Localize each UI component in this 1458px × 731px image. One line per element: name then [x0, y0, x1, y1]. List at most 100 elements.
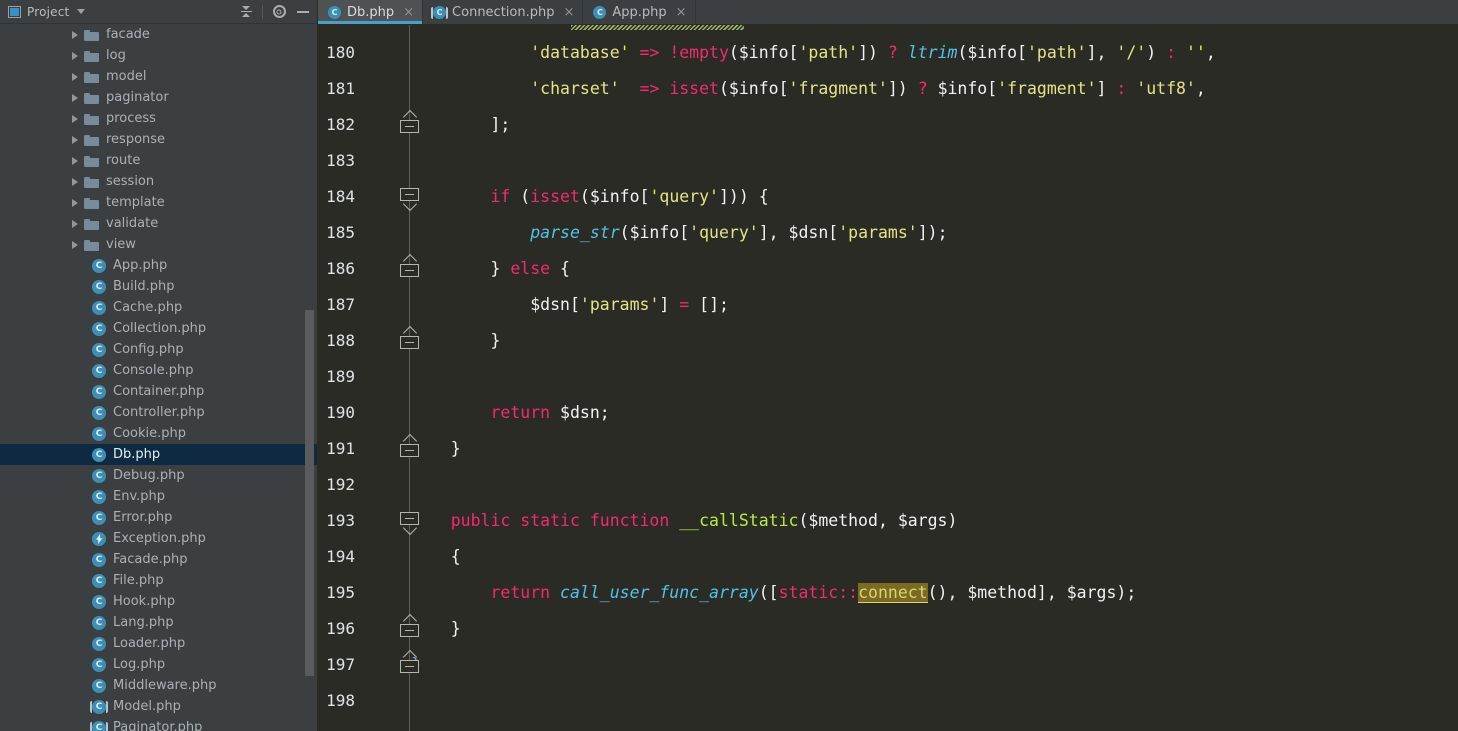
tree-item-facade[interactable]: facade — [0, 24, 318, 45]
code-token: ([ — [758, 583, 779, 602]
expand-arrow-icon[interactable] — [72, 198, 78, 207]
settings-button[interactable] — [268, 1, 290, 23]
code-line-189[interactable] — [411, 359, 1458, 395]
code-fold-marker[interactable] — [400, 253, 419, 277]
chevron-down-icon[interactable] — [77, 9, 86, 14]
tree-item-exception-php[interactable]: Exception.php — [0, 528, 318, 549]
tree-item-hook-php[interactable]: C Hook.php — [0, 591, 318, 612]
code-line-196[interactable]: } — [411, 611, 1458, 647]
tree-item-template[interactable]: template — [0, 192, 318, 213]
code-fold-marker[interactable] — [400, 613, 419, 637]
folder-icon — [84, 113, 99, 125]
expand-arrow-icon[interactable] — [72, 135, 78, 144]
code-token: isset — [530, 187, 580, 206]
expand-arrow-icon[interactable] — [72, 72, 78, 81]
tree-item-console-php[interactable]: C Console.php — [0, 360, 318, 381]
tree-item-facade-php[interactable]: C Facade.php — [0, 549, 318, 570]
project-title-group[interactable]: Project — [8, 5, 86, 19]
tree-item-model-php[interactable]: C Model.php — [0, 696, 318, 717]
code-fold-marker[interactable] — [400, 649, 419, 673]
tree-item-label: route — [106, 153, 141, 168]
tree-item-collection-php[interactable]: C Collection.php — [0, 318, 318, 339]
code-line-188[interactable]: } — [411, 323, 1458, 359]
tree-item-cache-php[interactable]: C Cache.php — [0, 297, 318, 318]
code-line-181[interactable]: 'charset' => isset($info['fragment']) ? … — [411, 71, 1458, 107]
code-line-198[interactable] — [411, 683, 1458, 719]
tree-item-controller-php[interactable]: C Controller.php — [0, 402, 318, 423]
tree-item-process[interactable]: process — [0, 108, 318, 129]
code-fold-marker[interactable] — [400, 512, 419, 536]
code-editor[interactable]: 180 181 182 183 184 185 186 187 188 189 190 191 192 1… — [318, 25, 1458, 731]
tree-item-config-php[interactable]: C Config.php — [0, 339, 318, 360]
code-fold-marker[interactable] — [400, 109, 419, 133]
code-line-187[interactable]: $dsn['params'] = []; — [411, 287, 1458, 323]
tree-item-log-php[interactable]: C Log.php — [0, 654, 318, 675]
code-token: { — [411, 547, 461, 566]
code-line-180[interactable]: 'database' => !empty($info['path']) ? lt… — [411, 35, 1458, 71]
expand-arrow-icon[interactable] — [72, 93, 78, 102]
expand-arrow-icon[interactable] — [72, 51, 78, 60]
tree-item-env-php[interactable]: C Env.php — [0, 486, 318, 507]
tree-item-paginator-php[interactable]: C Paginator.php — [0, 717, 318, 731]
editor-gutter[interactable]: 180 181 182 183 184 185 186 187 188 189 190 191 192 1… — [318, 25, 411, 731]
tree-item-cookie-php[interactable]: C Cookie.php — [0, 423, 318, 444]
tree-item-lang-php[interactable]: C Lang.php — [0, 612, 318, 633]
tree-item-file-php[interactable]: C File.php — [0, 570, 318, 591]
tree-item-build-php[interactable]: C Build.php — [0, 276, 318, 297]
code-line-195[interactable]: return call_user_func_array([static::con… — [411, 575, 1458, 611]
tree-item-response[interactable]: response — [0, 129, 318, 150]
php-class-icon: C — [92, 657, 106, 672]
expand-arrow-icon[interactable] — [72, 30, 78, 39]
expand-arrow-icon[interactable] — [72, 156, 78, 165]
code-line-183[interactable] — [411, 143, 1458, 179]
code-line-190[interactable]: return $dsn; — [411, 395, 1458, 431]
code-line-191[interactable]: } — [411, 431, 1458, 467]
code-line-193[interactable]: public static function __callStatic($met… — [411, 503, 1458, 539]
tree-item-log[interactable]: log — [0, 45, 318, 66]
code-line-192[interactable] — [411, 467, 1458, 503]
minimize-button[interactable] — [292, 1, 314, 23]
expand-arrow-icon[interactable] — [72, 114, 78, 123]
tree-item-loader-php[interactable]: C Loader.php — [0, 633, 318, 654]
code-fold-marker[interactable] — [400, 433, 419, 457]
tree-item-middleware-php[interactable]: C Middleware.php — [0, 675, 318, 696]
tree-item-view[interactable]: view — [0, 234, 318, 255]
tree-item-session[interactable]: session — [0, 171, 318, 192]
code-token: parse_str — [530, 223, 620, 242]
clipped-line-above — [318, 25, 1458, 33]
collapse-all-button[interactable] — [235, 1, 257, 23]
code-fold-marker[interactable] — [400, 325, 419, 349]
close-icon[interactable]: × — [676, 6, 687, 19]
tree-item-label: Config.php — [113, 342, 184, 357]
expand-arrow-icon[interactable] — [72, 219, 78, 228]
tree-item-error-php[interactable]: C Error.php — [0, 507, 318, 528]
code-line-184[interactable]: if (isset($info['query'])) { — [411, 179, 1458, 215]
tree-item-validate[interactable]: validate — [0, 213, 318, 234]
project-file-tree[interactable]: facade log model paginator process response ro… — [0, 24, 318, 731]
close-icon[interactable]: × — [563, 6, 574, 19]
editor-tab-connection-php[interactable]: C Connection.php × — [423, 0, 584, 24]
tree-item-model[interactable]: model — [0, 66, 318, 87]
close-icon[interactable]: × — [403, 6, 414, 19]
code-token: } — [411, 331, 501, 350]
code-fold-marker[interactable] — [400, 188, 419, 212]
code-line-182[interactable]: ]; — [411, 107, 1458, 143]
tree-item-debug-php[interactable]: C Debug.php — [0, 465, 318, 486]
code-line-197[interactable]: } — [411, 647, 1458, 683]
expand-arrow-icon[interactable] — [72, 240, 78, 249]
tree-item-db-php[interactable]: C Db.php — [0, 444, 318, 465]
tree-item-route[interactable]: route — [0, 150, 318, 171]
tree-item-app-php[interactable]: C App.php — [0, 255, 318, 276]
code-token: { — [550, 259, 570, 278]
expand-arrow-icon[interactable] — [72, 177, 78, 186]
code-line-194[interactable]: { — [411, 539, 1458, 575]
editor-tab-db-php[interactable]: C Db.php × — [318, 0, 424, 24]
tree-item-container-php[interactable]: C Container.php — [0, 381, 318, 402]
code-line-186[interactable]: } else { — [411, 251, 1458, 287]
tree-item-paginator[interactable]: paginator — [0, 87, 318, 108]
project-tree-scrollbar[interactable] — [305, 310, 314, 676]
editor-tab-app-php[interactable]: C App.php × — [583, 0, 696, 24]
code-line-185[interactable]: parse_str($info['query'], $dsn['params']… — [411, 215, 1458, 251]
highlighted-identifier[interactable]: connect — [858, 583, 928, 603]
